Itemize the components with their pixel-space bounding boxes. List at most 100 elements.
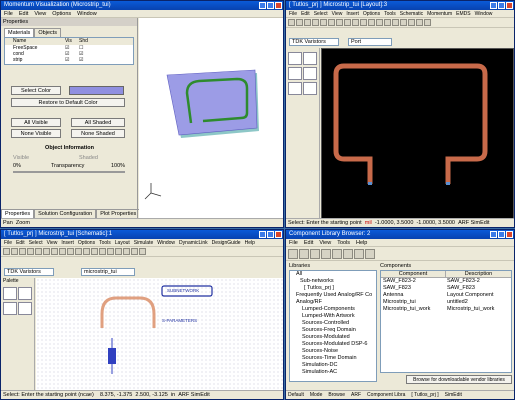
menu-view[interactable]: View [319,239,331,246]
save-icon[interactable] [304,19,311,26]
remove-icon[interactable] [332,248,342,259]
palette-component-icon[interactable] [303,82,317,95]
table-row[interactable]: Microstrip_tui untitled2 [381,299,511,306]
3d-view[interactable] [139,18,283,219]
layout-canvas[interactable] [321,48,514,220]
paste-icon[interactable] [336,19,343,26]
save-icon[interactable] [19,248,26,255]
menu-window[interactable]: Window [77,10,97,17]
print-icon[interactable] [27,248,34,255]
menu-tools[interactable]: Tools [337,239,350,246]
list-item[interactable]: Sources-Modulated [296,334,376,341]
list-item[interactable]: All [296,271,376,278]
new-icon[interactable] [288,19,295,26]
list-item[interactable]: Lumped-Components [296,306,376,313]
list-item[interactable]: Simulation-DC [296,362,376,369]
shd-checkbox[interactable]: ☑ [79,57,83,63]
shaded-checkbox-label[interactable]: Shaded [79,155,98,161]
list-item[interactable]: Sources-Controlled [296,320,376,327]
color-swatch[interactable] [69,86,124,95]
schematic-library-dropdown[interactable]: TDK Varistors [4,268,54,276]
menu-file[interactable]: File [4,239,12,246]
layout-layer-dropdown[interactable]: Port [348,38,392,46]
palette-component-icon[interactable] [3,287,17,300]
snap-icon[interactable] [408,19,415,26]
layout-title-bar[interactable]: [ Tutlos_prj ] Microstrip_tui [Layout]:3 [286,1,514,10]
list-item[interactable]: [ Tutlos_prj ] [296,285,376,292]
menu-window[interactable]: Window [157,239,175,246]
visible-checkbox-label[interactable]: Visible [13,155,29,161]
port-icon[interactable] [424,19,431,26]
table-row[interactable]: SAW_F823 SAW_F823 [381,285,511,292]
all-shaded-button[interactable]: All Shaded [71,118,125,127]
ground-icon[interactable] [107,248,114,255]
menu-emds[interactable]: EMDS [456,10,470,17]
menu-view[interactable]: View [34,10,46,17]
new-icon[interactable] [3,248,10,255]
settings-icon[interactable] [354,248,364,259]
list-item[interactable]: Sources-Modulated DSP-6 [296,341,376,348]
minimize-icon[interactable] [490,2,497,9]
close-icon[interactable] [275,2,282,9]
open-icon[interactable] [296,19,303,26]
menu-file[interactable]: File [289,239,298,246]
menu-window[interactable]: Window [475,10,493,17]
redo-icon[interactable] [352,19,359,26]
browse-vendor-libraries-button[interactable]: Browse for downloadable vendor libraries [406,375,512,384]
copy-icon[interactable] [43,248,50,255]
tab-materials[interactable]: Materials [4,28,35,37]
none-visible-button[interactable]: None Visible [11,129,61,138]
zoom-out-icon[interactable] [83,248,90,255]
all-visible-button[interactable]: All Visible [11,118,61,127]
menu-help[interactable]: Help [356,239,367,246]
menu-select[interactable]: Select [314,10,328,17]
palette-component-icon[interactable] [288,67,302,80]
palette-component-icon[interactable] [288,82,302,95]
simulate-icon[interactable] [123,248,130,255]
none-shaded-button[interactable]: None Shaded [71,129,125,138]
list-item[interactable]: Sources-Noise [296,348,376,355]
menu-simulate[interactable]: Simulate [134,239,153,246]
maximize-icon[interactable] [498,231,505,238]
schematic-title-bar[interactable]: [ Tutlos_prj ] Microstrip_tui [Schematic… [1,230,283,239]
help-icon[interactable] [365,248,375,259]
table-row[interactable]: strip ☑ ☑ [5,57,133,63]
menu-view[interactable]: View [332,10,343,17]
minimize-icon[interactable] [490,231,497,238]
schematic-component-dropdown[interactable]: microstrip_tui [81,268,135,276]
table-row[interactable]: Antenna Layout Component [381,292,511,299]
menu-edit[interactable]: Edit [19,10,28,17]
undo-icon[interactable] [344,19,351,26]
port-icon[interactable] [115,248,122,255]
list-item[interactable]: Analog/RF [296,299,376,306]
layout-library-dropdown[interactable]: TDK Varistors [289,38,339,46]
grid-icon[interactable] [400,19,407,26]
add-icon[interactable] [321,248,331,259]
search-icon[interactable] [288,248,298,259]
zoom-in-icon[interactable] [75,248,82,255]
close-icon[interactable] [506,2,513,9]
palette-component-icon[interactable] [18,302,32,315]
palette-component-icon[interactable] [18,287,32,300]
menu-options[interactable]: Options [363,10,380,17]
forward-icon[interactable] [310,248,320,259]
col-name[interactable]: Name [5,38,65,45]
menu-dynamiclink[interactable]: DynamicLink [179,239,208,246]
list-item[interactable]: Sources-Freq Domain [296,327,376,334]
menu-momentum[interactable]: Momentum [427,10,452,17]
col-description[interactable]: Description [446,271,511,277]
menu-tools[interactable]: Tools [384,10,396,17]
restore-default-color-button[interactable]: Restore to Default Color [11,98,125,107]
cut-icon[interactable] [320,19,327,26]
refresh-icon[interactable] [343,248,353,259]
wire-icon[interactable] [416,19,423,26]
menu-help[interactable]: Help [245,239,255,246]
menu-view[interactable]: View [47,239,58,246]
mirror-icon[interactable] [392,19,399,26]
close-icon[interactable] [275,231,282,238]
tune-icon[interactable] [131,248,138,255]
col-vis[interactable]: Vis [65,38,79,45]
palette-component-icon[interactable] [303,67,317,80]
vis-checkbox[interactable]: ☑ [65,57,79,63]
table-row[interactable]: Microstrip_tui_work Microstrip_tui_work [381,306,511,313]
